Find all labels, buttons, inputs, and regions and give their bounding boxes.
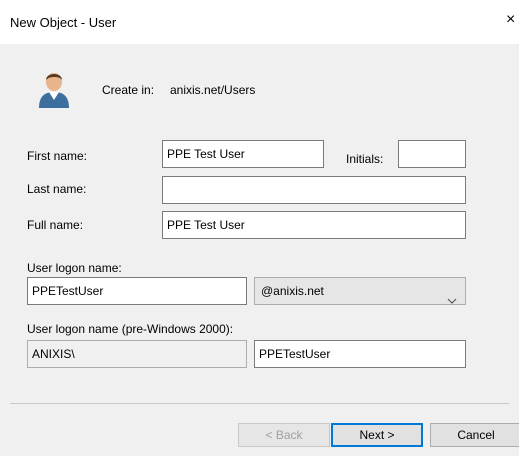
user-icon <box>37 68 71 108</box>
window-title: New Object - User <box>10 15 117 30</box>
close-icon[interactable]: × <box>506 12 515 28</box>
logon-name-label: User logon name: <box>27 261 122 275</box>
pre2000-name-input[interactable]: PPETestUser <box>254 340 466 368</box>
initials-label: Initials: <box>346 152 384 166</box>
domain-select-value: @anixis.net <box>261 284 324 298</box>
title-bar[interactable]: New Object - User × <box>0 0 519 44</box>
back-button[interactable]: < Back <box>238 423 330 447</box>
chevron-down-icon <box>447 287 457 313</box>
last-name-input[interactable] <box>162 176 466 204</box>
initials-input[interactable] <box>398 140 466 168</box>
pre2000-domain-field: ANIXIS\ <box>27 340 247 368</box>
full-name-input[interactable]: PPE Test User <box>162 211 466 239</box>
create-in-path: anixis.net/Users <box>170 83 256 97</box>
logon-name-input[interactable]: PPETestUser <box>27 277 247 305</box>
last-name-label: Last name: <box>27 182 87 196</box>
full-name-label: Full name: <box>27 218 84 232</box>
cancel-button[interactable]: Cancel <box>430 423 519 447</box>
next-button[interactable]: Next > <box>331 423 423 447</box>
domain-select[interactable]: @anixis.net <box>254 277 466 305</box>
pre2000-label: User logon name (pre-Windows 2000): <box>27 322 234 336</box>
divider <box>10 403 509 404</box>
new-user-dialog: New Object - User × Create in: anixis.ne… <box>0 0 519 456</box>
first-name-input[interactable]: PPE Test User <box>162 140 324 168</box>
create-in-label: Create in: <box>102 83 155 97</box>
first-name-label: First name: <box>27 149 88 163</box>
